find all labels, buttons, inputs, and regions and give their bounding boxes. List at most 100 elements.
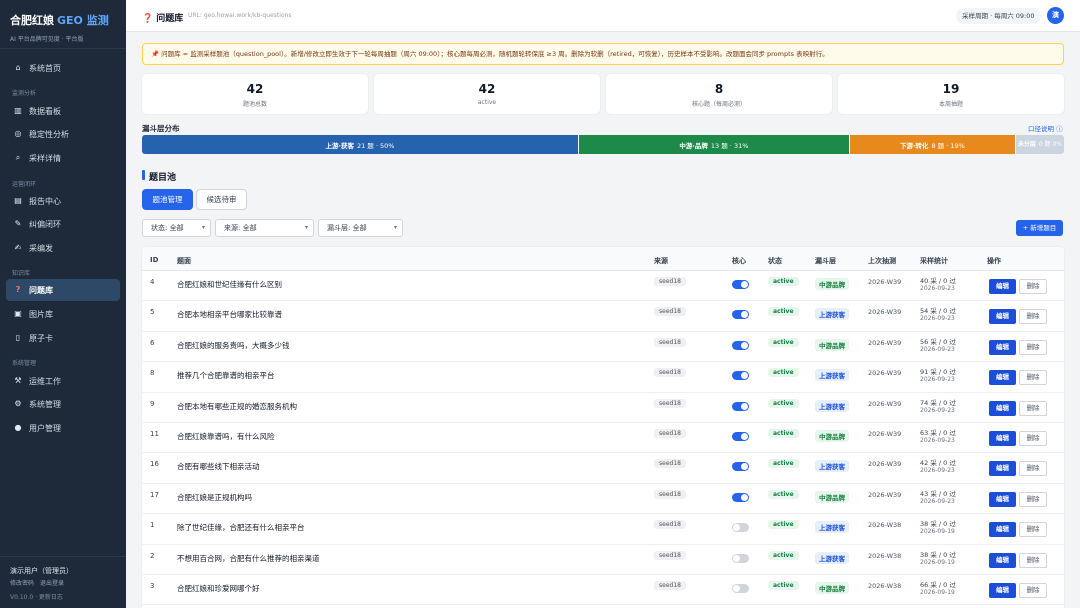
row-layer-badge: 中游品牌 [815,338,849,351]
sidebar-item-dashboard[interactable]: ▥ 数据看板 [6,100,120,122]
funnel-help-link[interactable]: 口径说明 ⓘ [1028,123,1063,133]
core-toggle[interactable] [732,553,749,563]
edit-button[interactable]: 编辑 [989,279,1016,294]
sidebar-item-questions[interactable]: ? 问题库 [6,279,120,301]
tab-pool-manage[interactable]: 题池管理 [142,189,193,210]
sample-date: 2026-09-23 [920,315,955,323]
sidebar-item-sys-mgmt[interactable]: ⚙ 系统管理 [6,393,120,415]
delete-button[interactable]: 删除 [1019,279,1047,294]
toggle-knob [733,585,740,592]
core-toggle[interactable] [732,523,749,533]
core-toggle[interactable] [732,492,749,502]
edit-button[interactable]: 编辑 [989,461,1016,477]
edit-button[interactable]: 编辑 [989,552,1016,568]
source-filter[interactable]: 来源: 全部 ▾ [215,219,314,237]
sidebar-item-stability[interactable]: ◎ 稳定性分析 [6,123,120,145]
sample-date: 2026-09-23 [920,376,955,384]
sidebar-item-atoms[interactable]: ▯ 原子卡 [6,327,120,349]
col-id[interactable]: ID [150,256,158,264]
funnel-bar: 上游·获客 21 题 · 50% 中游·品牌 13 题 · 31% 下游·转化 8 题 ·… [142,135,1064,154]
core-toggle[interactable] [732,340,749,350]
sidebar-item-sampling[interactable]: ⌕ 采样详情 [6,147,120,169]
funnel-layer-filter[interactable]: 漏斗层: 全部 ▾ [318,219,403,237]
sidebar-item-user-mgmt[interactable]: ● 用户管理 [6,417,120,439]
avatar[interactable]: 演 [1047,7,1064,24]
delete-button[interactable]: 删除 [1019,583,1047,598]
col-last-sampled[interactable]: 上次抽测 [868,256,896,266]
delete-button[interactable]: 删除 [1019,461,1047,477]
core-toggle[interactable] [732,280,749,289]
funnel-segment-up[interactable]: 上游·获客 21 题 · 50% [142,135,579,154]
row-id: 3 [150,582,155,590]
sidebar-item-correction[interactable]: ✎ 纠偏闭环 [6,213,120,235]
sample-counts: 91 采 / 0 过 [920,368,956,377]
tab-candidates[interactable]: 候选待审 [196,189,247,210]
delete-button[interactable]: 删除 [1019,522,1047,538]
delete-button[interactable]: 删除 [1019,431,1047,446]
funnel-segment-down[interactable]: 下游·转化 8 题 · 19% [849,135,1016,154]
status-filter[interactable]: 状态: 全部 ▾ [142,219,211,237]
row-id: 2 [150,551,155,560]
delete-button[interactable]: 删除 [1019,339,1047,355]
core-toggle[interactable] [732,310,749,320]
core-toggle[interactable] [732,432,749,441]
edit-button[interactable]: 编辑 [989,339,1016,355]
sampling-cycle-badge: 采样周期 · 每周六 09:00 [956,8,1041,24]
row-last-sampled: 2026-W39 [868,399,902,408]
edit-button[interactable]: 编辑 [989,309,1016,325]
row-source-tag: seed18 [654,550,686,560]
info-notice: 📌 问题库 = 监测采样题池（question_pool）。新增/修改立即生效于… [142,43,1064,65]
col-question[interactable]: 题面 [177,256,191,266]
funnel-segment-detail: 0 题 0% [1038,141,1063,148]
core-toggle[interactable] [732,371,749,381]
table-row: 4 合肥红娘和世纪佳缘有什么区别 seed18 active 中游品牌 2026-W39 4… [142,271,1064,302]
pen-icon: ✍ [14,243,22,252]
row-source-tag: seed18 [654,307,686,317]
row-layer-badge: 中游品牌 [815,278,849,290]
sidebar-item-reports[interactable]: ▤ 报告中心 [6,190,120,212]
col-layer[interactable]: 漏斗层 [815,256,836,266]
sidebar-item-images[interactable]: ▣ 图片库 [6,303,120,325]
delete-button[interactable]: 删除 [1019,370,1047,386]
row-sample-stats: 63 采 / 0 过 2026-09-23 [920,429,956,445]
funnel-segment-mid[interactable]: 中游·品牌 13 题 · 31% [578,135,850,154]
delete-button[interactable]: 删除 [1019,491,1047,507]
delete-button[interactable]: 删除 [1019,552,1047,568]
sample-counts: 43 采 / 0 过 [920,489,956,498]
col-core[interactable]: 核心 [732,256,746,266]
delete-button[interactable]: 删除 [1019,400,1047,416]
delete-button[interactable]: 删除 [1019,309,1047,325]
logout-link[interactable]: 退出登录 [40,580,64,587]
funnel-segment-name: 下游·转化 [899,141,929,150]
sidebar-item-publish[interactable]: ✍ 采编发 [6,237,120,259]
edit-button[interactable]: 编辑 [989,431,1016,446]
row-last-sampled: 2026-W39 [868,278,902,286]
sample-counts: 63 采 / 0 过 [920,429,956,437]
chart-icon: ▥ [14,106,22,115]
sidebar-item-ops-work[interactable]: ⚒ 运维工作 [6,370,120,392]
col-source[interactable]: 来源 [654,256,668,266]
card-icon: ▯ [15,333,21,342]
core-toggle[interactable] [732,462,749,472]
questions-table: ID 题面 来源 核心 状态 漏斗层 上次抽测 采样统计 操作 4 合肥红娘和世纪… [142,247,1064,608]
edit-button[interactable]: 编辑 [989,522,1016,538]
core-toggle[interactable] [732,401,749,411]
row-id: 1 [150,521,155,530]
add-question-button[interactable]: + 新增题目 [1016,220,1063,236]
edit-button[interactable]: 编辑 [989,400,1016,416]
sidebar-item-home[interactable]: ⌂ 系统首页 [6,57,120,79]
row-last-sampled: 2026-W39 [868,338,902,347]
col-sample-stats[interactable]: 采样统计 [920,256,948,266]
edit-button[interactable]: 编辑 [989,491,1016,507]
change-password-link[interactable]: 修改密码 [10,580,34,587]
funnel-segment-none[interactable]: 未分层 0 题 0% [1015,135,1064,154]
version-info[interactable]: V0.10.0 · 更新日志 [10,592,63,601]
edit-button[interactable]: 编辑 [989,370,1016,386]
row-status-badge: active [768,277,799,286]
brand-logo[interactable]: 合肥红娘 GEO 监测 [10,12,109,28]
row-layer-badge: 中游品牌 [815,582,849,594]
core-toggle[interactable] [732,584,749,593]
col-status[interactable]: 状态 [768,256,782,266]
toggle-knob [741,402,748,410]
edit-button[interactable]: 编辑 [989,583,1016,598]
